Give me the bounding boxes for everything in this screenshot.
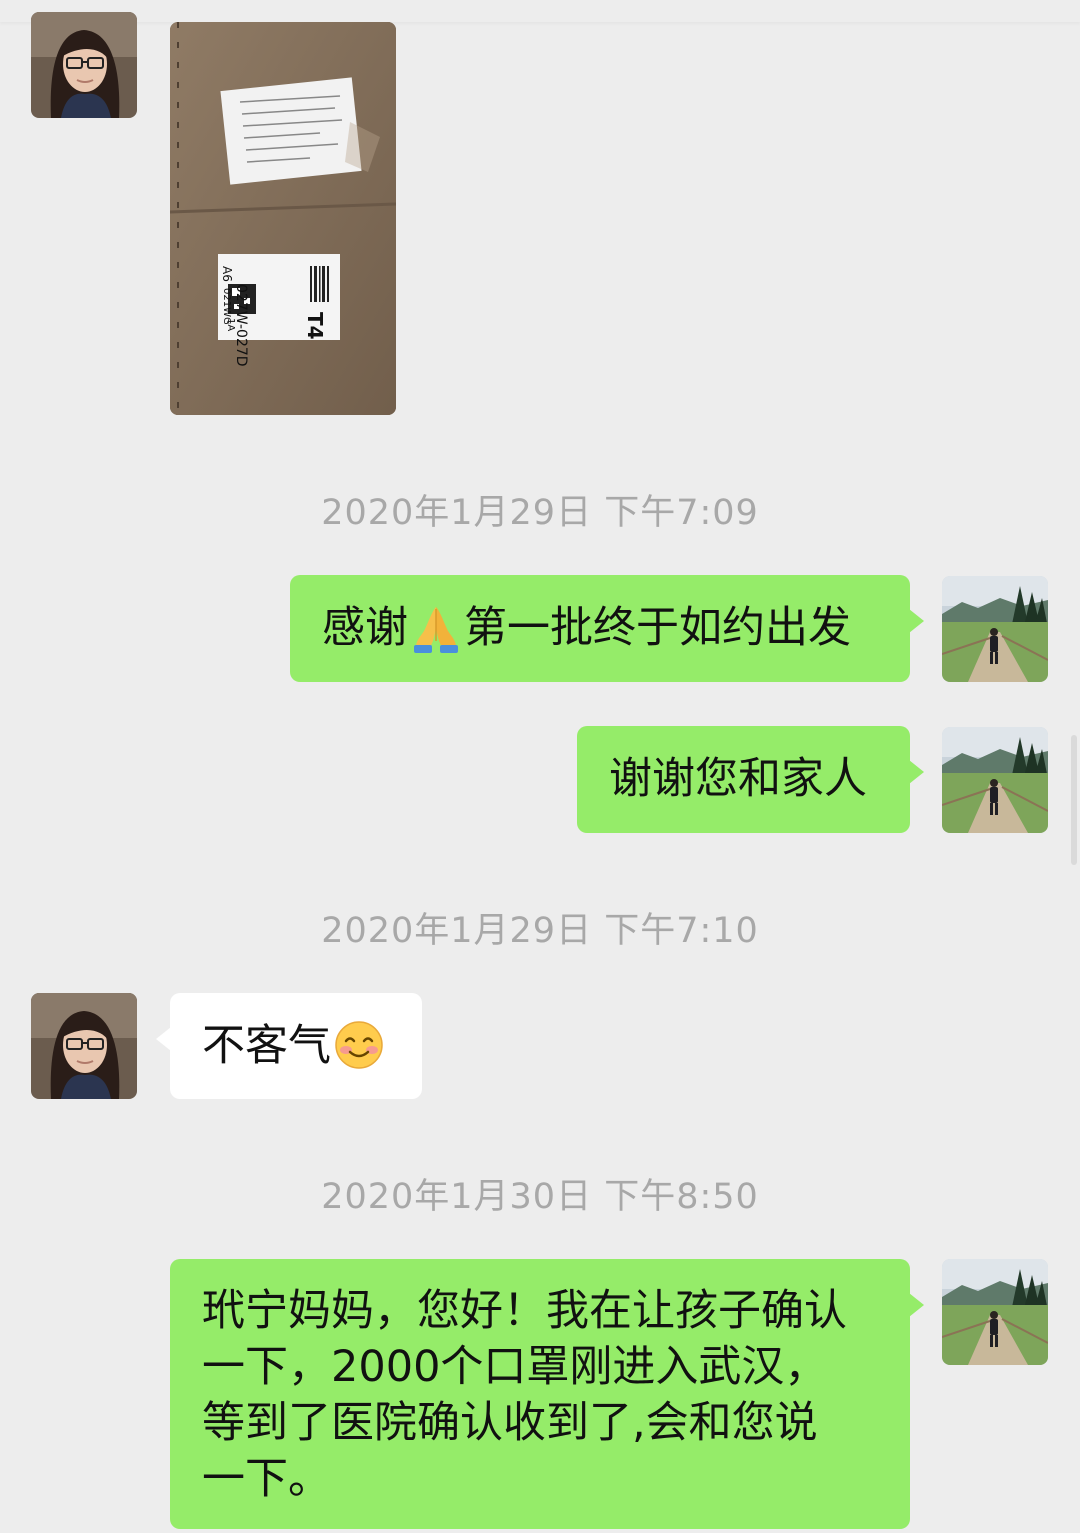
folded-hands-emoji-icon (410, 601, 462, 653)
message-line: 一下。 (202, 1454, 331, 1504)
scrollbar[interactable] (1071, 735, 1077, 865)
self-avatar[interactable] (942, 727, 1048, 833)
self-avatar[interactable] (942, 576, 1048, 682)
package-label-t4: T4 (303, 312, 327, 340)
message-line: 等到了医院确认收到了,会和您说 (202, 1398, 818, 1448)
meadow-hiker-avatar-icon (942, 576, 1048, 682)
message-line: 玳宁妈妈，您好！我在让孩子确认 (202, 1286, 847, 1336)
message-text: 感谢 (322, 603, 408, 653)
timestamp: 2020年1月29日 下午7:09 (321, 493, 759, 533)
outgoing-message-bubble[interactable]: 玳宁妈妈，您好！我在让孩子确认 一下，2000个口罩刚进入武汉， 等到了医院确认… (170, 1259, 924, 1529)
chat-area: 027W-027D A6 021WG 1A T4 2020年1月29日 下午7:… (0, 0, 1080, 1533)
previous-message-edge (0, 0, 1080, 22)
outgoing-message-bubble[interactable]: 感谢 第一批终于如约出发 (290, 575, 924, 682)
outgoing-message-bubble[interactable]: 谢谢您和家人 (577, 726, 924, 833)
self-avatar[interactable] (942, 1259, 1048, 1365)
meadow-hiker-avatar-icon (942, 727, 1048, 833)
woman-with-glasses-avatar-icon (31, 12, 137, 118)
timestamp: 2020年1月30日 下午8:50 (321, 1177, 759, 1217)
message-text: 谢谢您和家人 (609, 754, 867, 804)
message-line: 一下，2000个口罩刚进入武汉， (202, 1342, 828, 1392)
cardboard-box-image: 027W-027D A6 021WG 1A T4 (170, 22, 396, 415)
message-text: 不客气 (202, 1021, 331, 1071)
package-label-a6: A6 (220, 266, 234, 282)
incoming-message-bubble[interactable]: 不客气 (156, 993, 422, 1099)
smiling-face-emoji-icon (333, 1019, 385, 1071)
message-text: 第一批终于如约出发 (464, 603, 851, 653)
package-photo[interactable]: 027W-027D A6 021WG 1A T4 (170, 22, 396, 415)
package-label-1a: 1A (225, 318, 236, 331)
contact-avatar[interactable] (31, 12, 137, 118)
woman-with-glasses-avatar-icon (31, 993, 137, 1099)
meadow-hiker-avatar-icon (942, 1259, 1048, 1365)
timestamp: 2020年1月29日 下午7:10 (321, 911, 759, 951)
contact-avatar[interactable] (31, 993, 137, 1099)
